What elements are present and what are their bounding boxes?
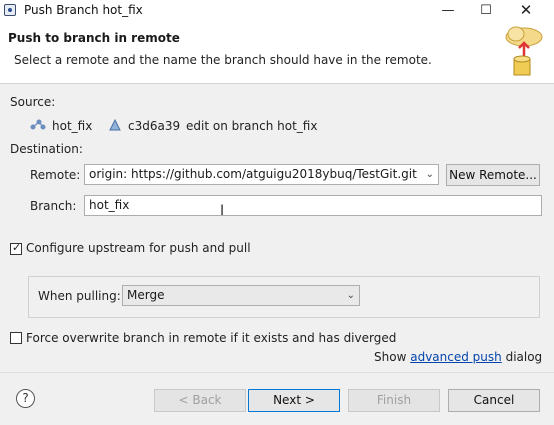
close-button[interactable]: ✕ [508,0,544,21]
cloud-push-icon [494,21,550,81]
new-remote-button[interactable]: New Remote... [446,164,540,186]
text-cursor-icon: I [220,203,225,219]
eclipse-app-icon [4,4,16,16]
advanced-suffix: dialog [505,350,543,364]
when-pulling-label: When pulling: [38,289,121,303]
source-branch: hot_fix [52,119,93,133]
checkmark-icon: ✓ [12,241,22,254]
commit-id: c3d6a39 [128,119,181,133]
force-overwrite-checkbox[interactable] [10,332,22,344]
advanced-push-text: Show advanced push dialog [374,350,542,364]
source-label: Source: [10,95,56,109]
remote-select[interactable]: origin: https://github.com/atguigu2018yb… [84,164,439,185]
force-overwrite-label: Force overwrite branch in remote if it e… [26,331,397,345]
finish-button[interactable]: Finish [348,389,440,412]
commit-message: edit on branch hot_fix [186,119,318,133]
configure-upstream-label: Configure upstream for push and pull [26,241,251,255]
title-bar: Push Branch hot_fix — ☐ ✕ [0,0,554,21]
remote-label: Remote: [30,168,81,182]
wizard-title: Push to branch in remote [8,31,180,45]
wizard-banner: Push to branch in remote Select a remote… [0,21,554,84]
footer-separator [0,372,554,373]
window-title: Push Branch hot_fix [24,3,143,17]
back-button[interactable]: < Back [154,389,246,412]
branch-icon [30,119,46,130]
help-icon[interactable]: ? [16,389,35,408]
when-pulling-select[interactable]: Merge ⌄ [122,285,360,306]
destination-label: Destination: [10,142,83,156]
commit-icon [109,118,121,131]
chevron-down-icon: ⌄ [346,290,355,301]
remote-select-value: origin: https://github.com/atguigu2018yb… [89,167,417,181]
chevron-down-icon: ⌄ [425,169,434,180]
when-pulling-value: Merge [127,288,165,302]
next-button[interactable]: Next > [248,389,340,412]
advanced-prefix: Show [374,350,407,364]
cancel-button[interactable]: Cancel [448,389,540,412]
branch-label: Branch: [30,199,77,213]
maximize-button[interactable]: ☐ [468,0,504,21]
wizard-description: Select a remote and the name the branch … [14,53,432,67]
branch-input[interactable]: hot_fix [84,195,542,216]
minimize-button[interactable]: — [430,0,466,21]
advanced-push-link[interactable]: advanced push [410,350,502,364]
configure-upstream-checkbox[interactable]: ✓ [10,241,22,255]
